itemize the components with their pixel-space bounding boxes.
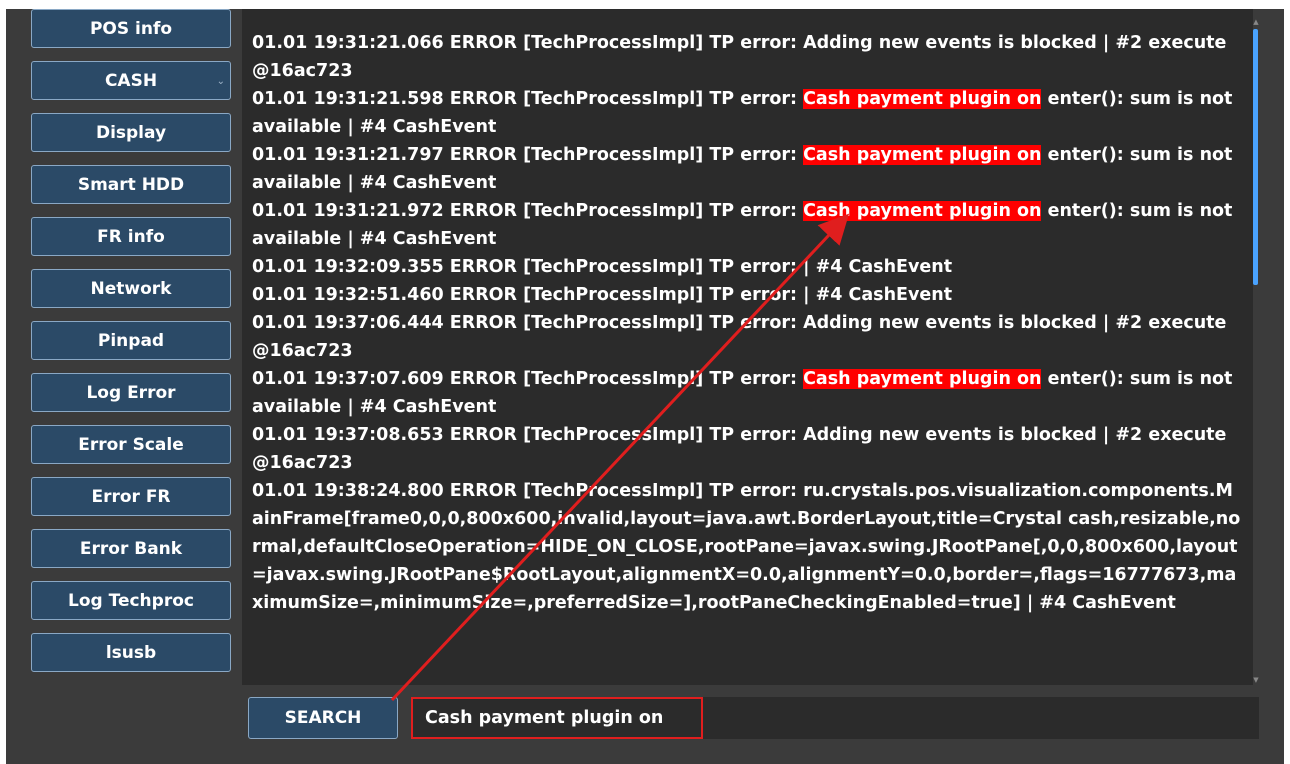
log-line: 01.01 19:31:21.066 ERROR [TechProcessImp… bbox=[252, 33, 1227, 81]
button-label: Error FR bbox=[91, 487, 171, 507]
error-fr-button[interactable]: Error FR bbox=[31, 477, 231, 516]
button-label: Log Error bbox=[86, 383, 176, 403]
button-label: Network bbox=[90, 279, 172, 299]
log-line: 01.01 19:38:24.800 ERROR [TechProcessImp… bbox=[252, 481, 1241, 613]
log-line: 01.01 19:32:51.460 ERROR [TechProcessImp… bbox=[252, 285, 953, 305]
button-label: Display bbox=[95, 123, 167, 143]
error-bank-button[interactable]: Error Bank bbox=[31, 529, 231, 568]
button-label: Error Bank bbox=[79, 539, 183, 559]
search-button[interactable]: SEARCH bbox=[248, 697, 398, 739]
log-line: 01.01 19:31:21.972 ERROR [TechProcessImp… bbox=[252, 201, 1233, 249]
log-line: 01.01 19:32:09.355 ERROR [TechProcessImp… bbox=[252, 257, 953, 277]
log-line: 01.01 19:37:07.609 ERROR [TechProcessImp… bbox=[252, 369, 1233, 417]
display-button[interactable]: Display bbox=[31, 113, 231, 152]
error-scale-button[interactable]: Error Scale bbox=[31, 425, 231, 464]
search-field-area bbox=[411, 697, 1259, 739]
cash-button[interactable]: CASH ⌄ bbox=[31, 61, 231, 100]
network-button[interactable]: Network bbox=[31, 269, 231, 308]
log-line: 01.01 19:31:21.598 ERROR [TechProcessImp… bbox=[252, 89, 1233, 137]
log-scrollbar[interactable]: ▲ ▼ bbox=[1253, 9, 1259, 685]
search-highlight: Cash payment plugin on bbox=[803, 145, 1042, 165]
scrollbar-thumb[interactable] bbox=[1253, 29, 1258, 285]
lsusb-button[interactable]: lsusb bbox=[31, 633, 231, 672]
button-label: Log Techproc bbox=[68, 591, 194, 611]
button-label: SEARCH bbox=[284, 708, 362, 728]
pos-info-button[interactable]: POS info bbox=[31, 9, 231, 48]
sidebar: POS info CASH ⌄ Display Smart HDD FR info… bbox=[31, 9, 237, 685]
button-label: lsusb bbox=[105, 643, 157, 663]
log-line: 01.01 19:37:08.653 ERROR [TechProcessImp… bbox=[252, 425, 1227, 473]
button-label: Smart HDD bbox=[77, 175, 185, 195]
chevron-down-icon: ⌄ bbox=[216, 76, 225, 87]
log-line: 01.01 19:37:06.444 ERROR [TechProcessImp… bbox=[252, 313, 1227, 361]
search-input[interactable] bbox=[411, 697, 703, 739]
button-label: POS info bbox=[89, 19, 173, 39]
log-error-button[interactable]: Log Error bbox=[31, 373, 231, 412]
search-highlight: Cash payment plugin on bbox=[803, 201, 1042, 221]
scroll-up-icon[interactable]: ▲ bbox=[1253, 18, 1259, 26]
search-highlight: Cash payment plugin on bbox=[803, 369, 1042, 389]
log-techproc-button[interactable]: Log Techproc bbox=[31, 581, 231, 620]
fr-info-button[interactable]: FR info bbox=[31, 217, 231, 256]
button-label: FR info bbox=[97, 227, 165, 247]
button-label: Pinpad bbox=[97, 331, 165, 351]
smart-hdd-button[interactable]: Smart HDD bbox=[31, 165, 231, 204]
log-lines: 01.01 19:31:21.066 ERROR [TechProcessImp… bbox=[242, 9, 1253, 617]
log-output[interactable]: 01.01 19:31:21.066 ERROR [TechProcessImp… bbox=[242, 9, 1253, 685]
button-label: CASH bbox=[104, 71, 158, 91]
pinpad-button[interactable]: Pinpad bbox=[31, 321, 231, 360]
scroll-down-icon[interactable]: ▼ bbox=[1253, 676, 1259, 684]
search-highlight: Cash payment plugin on bbox=[803, 89, 1042, 109]
button-label: Error Scale bbox=[78, 435, 184, 455]
log-line: 01.01 19:31:21.797 ERROR [TechProcessImp… bbox=[252, 145, 1233, 193]
